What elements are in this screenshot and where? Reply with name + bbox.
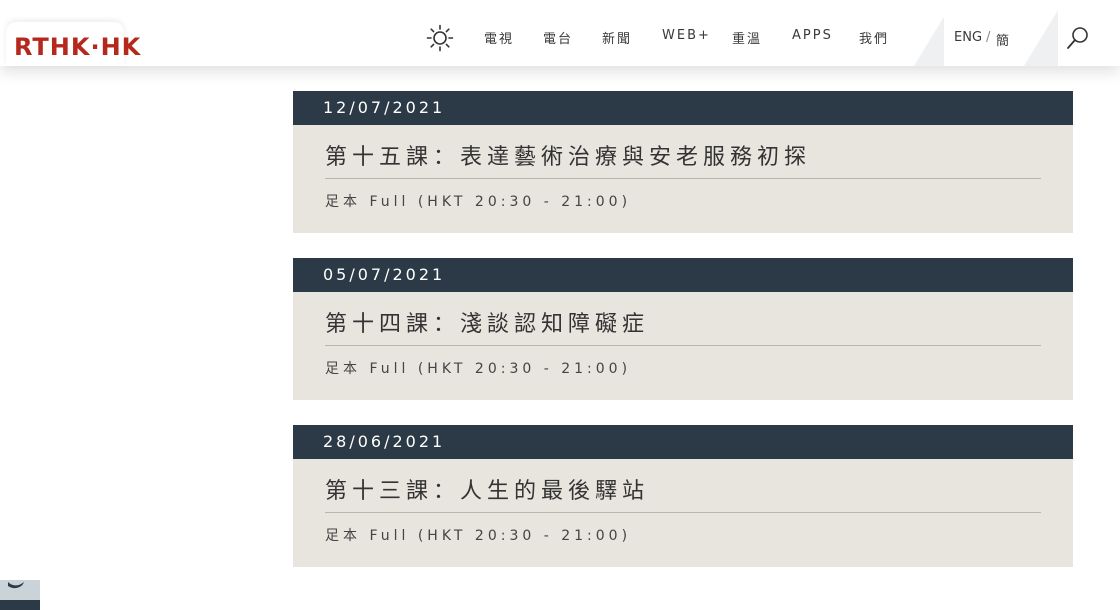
episode-full-link[interactable]: 足本 Full (HKT 20:30 - 21:00)	[325, 525, 631, 545]
episode-body: 第十四課：淺談認知障礙症 足本 Full (HKT 20:30 - 21:00)	[293, 292, 1073, 400]
episode-title[interactable]: 第十四課：淺談認知障礙症	[325, 306, 649, 338]
sun-icon[interactable]	[426, 24, 454, 52]
nav-item-web-plus[interactable]: WEB+	[662, 28, 711, 43]
nav-item-about-us[interactable]: 我們	[859, 28, 889, 47]
language-divider-left	[914, 10, 948, 66]
episode-body: 第十五課：表達藝術治療與安老服務初探 足本 Full (HKT 20:30 - …	[293, 125, 1073, 233]
episode-list: 12/07/2021 第十五課：表達藝術治療與安老服務初探 足本 Full (H…	[293, 91, 1073, 592]
search-icon[interactable]	[1066, 26, 1090, 50]
episode-card: 28/06/2021 第十三課：人生的最後驛站 足本 Full (HKT 20:…	[293, 425, 1073, 567]
episode-card: 12/07/2021 第十五課：表達藝術治療與安老服務初探 足本 Full (H…	[293, 91, 1073, 233]
share-button[interactable]	[0, 600, 40, 610]
twitter-icon	[8, 582, 24, 589]
nav-item-apps[interactable]: APPS	[792, 28, 833, 43]
language-english-link[interactable]: ENG	[954, 30, 982, 45]
episode-card: 05/07/2021 第十四課：淺談認知障礙症 足本 Full (HKT 20:…	[293, 258, 1073, 400]
episode-full-link[interactable]: 足本 Full (HKT 20:30 - 21:00)	[325, 191, 631, 211]
episode-date: 12/07/2021	[293, 91, 1073, 125]
episode-full-link[interactable]: 足本 Full (HKT 20:30 - 21:00)	[325, 358, 631, 378]
episode-date: 05/07/2021	[293, 258, 1073, 292]
nav-item-radio[interactable]: 電台	[543, 28, 573, 47]
nav-item-news[interactable]: 新聞	[602, 28, 632, 47]
episode-divider	[325, 512, 1041, 513]
language-divider-right	[1024, 10, 1058, 66]
episode-divider	[325, 345, 1041, 346]
nav-item-replay[interactable]: 重溫	[732, 28, 762, 47]
episode-body: 第十三課：人生的最後驛站 足本 Full (HKT 20:30 - 21:00)	[293, 459, 1073, 567]
rthk-logo[interactable]: RTHK·HK	[14, 33, 141, 61]
episode-title[interactable]: 第十三課：人生的最後驛站	[325, 473, 649, 505]
language-separator: /	[986, 30, 991, 45]
episode-title[interactable]: 第十五課：表達藝術治療與安老服務初探	[325, 139, 811, 171]
nav-item-tv[interactable]: 電視	[484, 28, 514, 47]
language-simplified-link[interactable]: 簡	[996, 30, 1009, 49]
episode-date: 28/06/2021	[293, 425, 1073, 459]
top-navigation-bar: RTHK·HK 電視 電台 新聞 WEB+ 重溫 APPS 我們 ENG / 簡	[0, 0, 1120, 66]
episode-divider	[325, 178, 1041, 179]
